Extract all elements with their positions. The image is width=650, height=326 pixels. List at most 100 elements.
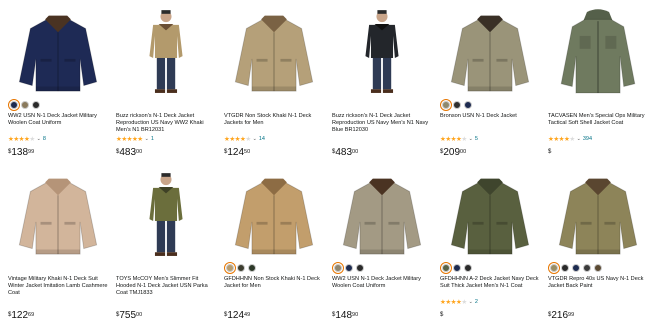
color-swatch[interactable] (453, 101, 461, 109)
product-title[interactable]: VTGDR Repro 40s US Navy N-1 Deck Jacket … (548, 276, 648, 297)
color-swatch[interactable] (248, 264, 256, 272)
chevron-down-icon[interactable]: ⌄ (145, 136, 149, 142)
price-symbol: $ (8, 149, 12, 155)
star-rating-icon[interactable]: ★★★★★ (8, 136, 35, 143)
price-fraction: 50 (244, 149, 251, 155)
product-title[interactable]: WW2 USN N-1 Deck Jacket Military Woolen … (332, 276, 432, 297)
product-card-10[interactable]: WW2 USN N-1 Deck Jacket Military Woolen … (328, 169, 436, 326)
price-whole: 124 (227, 310, 245, 321)
jacket-illustration (558, 178, 638, 255)
product-image[interactable] (548, 6, 648, 96)
price: $48300 (332, 146, 432, 158)
color-swatch[interactable] (594, 264, 602, 272)
price: $12269 (8, 309, 108, 321)
color-swatch[interactable] (440, 262, 452, 274)
rating-count[interactable]: 5 (475, 136, 478, 142)
product-card-2[interactable]: Buzz rickson's N-1 Deck Jacket Reproduct… (112, 6, 220, 166)
price-symbol: $ (116, 312, 120, 318)
star-rating-icon[interactable]: ★★★★★ (224, 136, 251, 143)
color-swatch[interactable] (464, 264, 472, 272)
price-fraction: 00 (352, 149, 359, 155)
chevron-down-icon[interactable]: ⌄ (577, 136, 581, 142)
price-symbol: $ (332, 312, 336, 318)
color-swatch[interactable] (32, 101, 40, 109)
product-image[interactable] (116, 169, 216, 259)
color-swatch[interactable] (572, 264, 580, 272)
product-image[interactable] (440, 6, 540, 96)
product-image[interactable] (440, 169, 540, 259)
product-title[interactable]: WW2 USN N-1 Deck Jacket Military Woolen … (8, 113, 108, 134)
color-swatch[interactable] (356, 264, 364, 272)
price: $ (548, 146, 648, 158)
star-rating-icon[interactable]: ★★★★★ (116, 136, 143, 143)
star-rating-icon[interactable]: ★★★★★ (440, 299, 467, 306)
product-card-4[interactable]: Buzz rickson's N-1 Deck Jacket Reproduct… (328, 6, 436, 166)
chevron-down-icon[interactable]: ⌄ (469, 299, 473, 305)
rating-count[interactable]: 1 (151, 136, 154, 142)
product-card-9[interactable]: GFDHHNN Non Stock Khaki N-1 Deck Jacket … (220, 169, 328, 326)
color-swatches (332, 99, 432, 111)
color-swatch[interactable] (21, 101, 29, 109)
product-title[interactable]: GFDHHNN Non Stock Khaki N-1 Deck Jacket … (224, 276, 324, 297)
product-title[interactable]: Bronson USN N-1 Deck Jacket (440, 113, 540, 134)
product-card-12[interactable]: VTGDR Repro 40s US Navy N-1 Deck Jacket … (544, 169, 650, 326)
color-swatches (440, 262, 540, 274)
product-title[interactable]: GFDHHNN A-2 Deck Jacket Navy Deck Suit T… (440, 276, 540, 297)
rating-row: ★★★★★ ⌄ 5 (440, 135, 540, 143)
color-swatches (224, 99, 324, 111)
product-image[interactable] (8, 6, 108, 96)
star-rating-icon[interactable]: ★★★★★ (548, 136, 575, 143)
color-swatch[interactable] (548, 262, 560, 274)
product-title[interactable]: VTGDR Non Stock Khaki N-1 Deck Jackets f… (224, 113, 324, 134)
color-swatch[interactable] (8, 99, 20, 111)
chevron-down-icon[interactable]: ⌄ (469, 136, 473, 142)
rating-row: ★★★★★ ⌄ 14 (224, 135, 324, 143)
rating-count[interactable]: 2 (475, 299, 478, 305)
product-title[interactable]: Buzz rickson's N-1 Deck Jacket Reproduct… (332, 113, 432, 134)
product-image[interactable] (116, 6, 216, 96)
product-image[interactable] (8, 169, 108, 259)
color-swatch[interactable] (345, 264, 353, 272)
product-card-6[interactable]: TACVASEN Men's Special Ops Military Tact… (544, 6, 650, 166)
price-whole: 483 (119, 147, 137, 158)
product-image[interactable] (332, 6, 432, 96)
product-card-11[interactable]: GFDHHNN A-2 Deck Jacket Navy Deck Suit T… (436, 169, 544, 326)
color-swatch[interactable] (561, 264, 569, 272)
model-photo (365, 10, 399, 93)
rating-row: ★★★★★ ⌄ 2 (440, 298, 540, 306)
color-swatch[interactable] (332, 262, 344, 274)
price-whole: 124 (227, 147, 245, 158)
product-card-3[interactable]: VTGDR Non Stock Khaki N-1 Deck Jackets f… (220, 6, 328, 166)
rating-count[interactable]: 394 (583, 136, 592, 142)
product-card-1[interactable]: WW2 USN N-1 Deck Jacket Military Woolen … (4, 6, 112, 166)
color-swatch[interactable] (237, 264, 245, 272)
rating-count[interactable]: 14 (259, 136, 265, 142)
chevron-down-icon[interactable]: ⌄ (253, 136, 257, 142)
rating-count[interactable]: 8 (43, 136, 46, 142)
product-card-7[interactable]: Vintage Military Khaki N-1 Deck Suit Win… (4, 169, 112, 326)
color-swatch[interactable] (224, 262, 236, 274)
color-swatch[interactable] (583, 264, 591, 272)
product-image[interactable] (224, 169, 324, 259)
color-swatches (224, 262, 324, 274)
rating-row: ★★★★★ ⌄ 8 (8, 135, 108, 143)
product-image[interactable] (224, 6, 324, 96)
chevron-down-icon[interactable]: ⌄ (37, 136, 41, 142)
product-title[interactable]: TACVASEN Men's Special Ops Military Tact… (548, 113, 648, 134)
product-card-5[interactable]: Bronson USN N-1 Deck Jacket ★★★★★ ⌄ 5 $2… (436, 6, 544, 166)
product-card-8[interactable]: TOYS McCOY Men's Slimmer Fit Hooded N-1 … (112, 169, 220, 326)
price-symbol: $ (8, 312, 12, 318)
product-image[interactable] (332, 169, 432, 259)
product-title[interactable]: TOYS McCOY Men's Slimmer Fit Hooded N-1 … (116, 276, 216, 297)
price-fraction: 90 (352, 312, 359, 318)
star-rating-icon[interactable]: ★★★★★ (440, 136, 467, 143)
price-whole: 755 (119, 310, 137, 321)
product-image[interactable] (548, 169, 648, 259)
color-swatch[interactable] (453, 264, 461, 272)
color-swatch[interactable] (440, 99, 452, 111)
product-title[interactable]: Vintage Military Khaki N-1 Deck Suit Win… (8, 276, 108, 297)
color-swatch[interactable] (464, 101, 472, 109)
color-swatches (8, 99, 108, 111)
price-fraction: 00 (136, 312, 143, 318)
product-title[interactable]: Buzz rickson's N-1 Deck Jacket Reproduct… (116, 113, 216, 134)
